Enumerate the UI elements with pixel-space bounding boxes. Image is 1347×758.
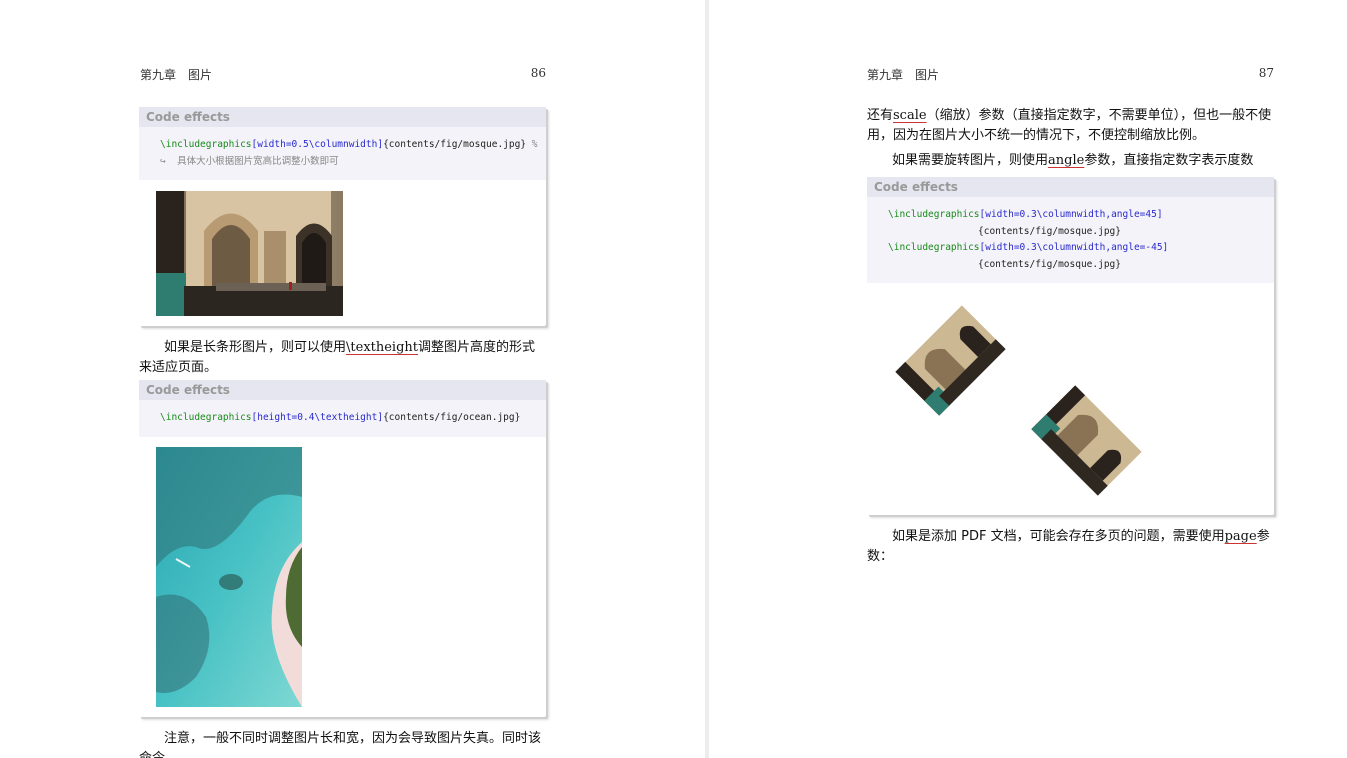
ocean-image <box>156 447 302 707</box>
mosque-image-rotated-45 <box>883 293 1018 428</box>
code-effects-box: Code effects \includegraphics[width=0.3\… <box>867 177 1274 515</box>
paragraph-text: 还有 <box>867 108 894 123</box>
paragraph-text: 如果是添加 PDF 文档，可能会存在多页的问题，需要使用 <box>892 529 1225 544</box>
paragraph-text: 参数，直接指定数字表示度数 <box>1084 153 1254 168</box>
paragraph: 还有scale（缩放）参数（直接指定数字，不需要单位），但也一般不使用，因为在图… <box>867 106 1275 146</box>
code-argument: {contents/fig/ocean.jpg} <box>383 412 521 423</box>
code-argument: {contents/fig/mosque.jpg} <box>978 258 1121 270</box>
paragraph-text: 如果是长条形图片，则可以使用 <box>164 340 347 355</box>
code-options: [width=0.3\columnwidth,angle=45] <box>979 209 1163 220</box>
paragraph: 如果是长条形图片，则可以使用\textheight调整图片高度的形式来适应页面。 <box>139 338 547 378</box>
code-options: [width=0.3\columnwidth,angle=-45] <box>979 242 1169 253</box>
code-command: \includegraphics <box>160 139 252 150</box>
chapter-title: 第九章 图片 <box>867 68 940 82</box>
code-options: [width=0.5\columnwidth] <box>251 139 384 150</box>
code-argument: {contents/fig/mosque.jpg} <box>383 139 527 150</box>
code-command: \includegraphics <box>888 209 980 220</box>
page-number: 86 <box>530 66 546 80</box>
left-page: 第九章 图片 86 Code effects \includegraphics[… <box>0 0 705 758</box>
code-listing: \includegraphics[width=0.5\columnwidth]{… <box>139 127 546 180</box>
paragraph-text: 如果需要旋转图片，则使用 <box>892 153 1049 168</box>
code-box-title: Code effects <box>867 177 1274 197</box>
code-box-title: Code effects <box>139 380 546 400</box>
code-comment-mark: % <box>526 139 538 150</box>
page-number: 87 <box>1258 66 1274 80</box>
code-command: \includegraphics <box>160 412 252 423</box>
paragraph-text: （缩放）参数（直接指定数字，不需要单位），但也一般不使用，因为在图片大小不统一的… <box>867 108 1272 143</box>
code-comment-continuation: ↪ 具体大小根据图片宽高比调整小数即可 <box>160 155 339 167</box>
code-listing: \includegraphics[width=0.3\columnwidth,a… <box>867 197 1274 283</box>
keyword: page <box>1224 529 1257 544</box>
keyword: scale <box>893 108 927 123</box>
code-box-title: Code effects <box>139 107 546 127</box>
code-options: [height=0.4\textheight] <box>251 412 384 423</box>
mosque-image-rotated-neg45 <box>1019 373 1154 508</box>
keyword: \textheight <box>346 340 419 355</box>
mosque-image <box>156 191 343 316</box>
code-argument: {contents/fig/mosque.jpg} <box>978 225 1121 237</box>
paragraph: 注意，一般不同时调整图片长和宽，因为会导致图片失真。同时该命令 <box>139 731 542 758</box>
right-page: 第九章 图片 87 还有scale（缩放）参数（直接指定数字，不需要单位），但也… <box>709 0 1347 758</box>
code-listing: \includegraphics[height=0.4\textheight]{… <box>139 400 546 437</box>
paragraph: 如果是添加 PDF 文档，可能会存在多页的问题，需要使用page参数： <box>867 527 1275 567</box>
code-effects-box: Code effects \includegraphics[width=0.5\… <box>139 107 546 326</box>
keyword: angle <box>1048 153 1085 168</box>
chapter-title: 第九章 图片 <box>140 68 213 82</box>
code-command: \includegraphics <box>888 242 980 253</box>
paragraph: 如果需要旋转图片，则使用angle参数，直接指定数字表示度数 <box>867 151 1275 171</box>
code-effects-box: Code effects \includegraphics[height=0.4… <box>139 380 546 717</box>
